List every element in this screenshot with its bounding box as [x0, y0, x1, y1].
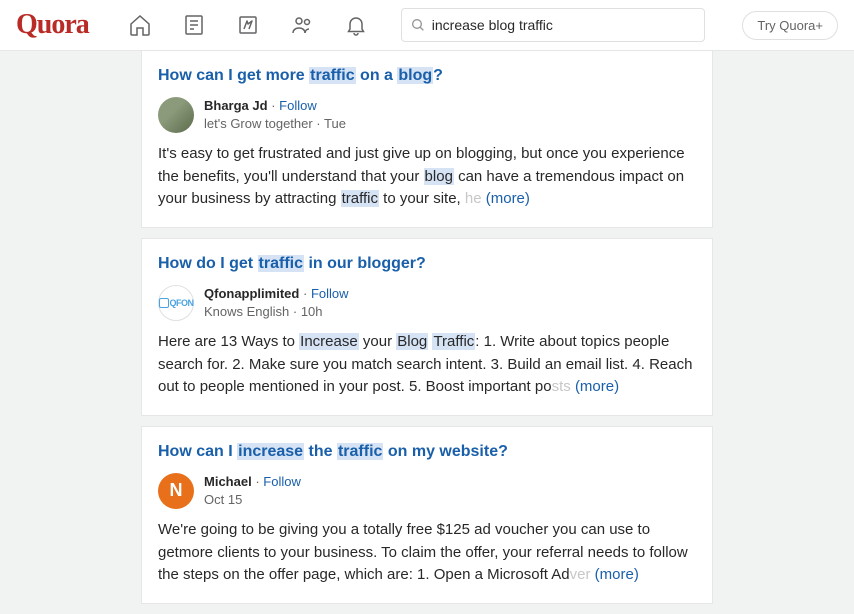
search-icon — [410, 17, 426, 33]
author-meta: Qfonapplimited · Follow Knows English · … — [204, 285, 349, 321]
answer-preview: Here are 13 Ways to Increase your Blog T… — [158, 331, 696, 399]
top-navigation: Quora Try Quora+ — [0, 0, 854, 51]
result-card: How do I get traffic in our blogger? QFO… — [141, 238, 713, 416]
question-title[interactable]: How can I increase the traffic on my web… — [158, 443, 696, 461]
author-row: N Michael · Follow Oct 15 — [158, 473, 696, 509]
question-title[interactable]: How do I get traffic in our blogger? — [158, 255, 696, 273]
author-row: Bharga Jd · Follow let's Grow together ·… — [158, 97, 696, 133]
author-name[interactable]: Qfonapplimited — [204, 286, 299, 301]
quora-logo[interactable]: Quora — [16, 9, 105, 41]
author-name[interactable]: Michael — [204, 474, 252, 489]
author-subline: Knows English · 10h — [204, 303, 349, 321]
more-link[interactable]: (more) — [486, 190, 530, 207]
home-icon[interactable] — [113, 0, 167, 51]
result-card: How can I get more traffic on a blog? Bh… — [141, 51, 713, 228]
avatar[interactable]: N — [158, 473, 194, 509]
follow-link[interactable]: Follow — [311, 286, 349, 301]
follow-link[interactable]: Follow — [263, 474, 301, 489]
author-row: QFON Qfonapplimited · Follow Knows Engli… — [158, 285, 696, 321]
answer-preview: We're going to be giving you a totally f… — [158, 519, 696, 587]
avatar[interactable] — [158, 97, 194, 133]
follow-link[interactable]: Follow — [279, 98, 317, 113]
search-box[interactable] — [401, 8, 705, 42]
results-list: How can I get more traffic on a blog? Bh… — [141, 51, 713, 604]
search-input[interactable] — [432, 17, 696, 33]
author-meta: Michael · Follow Oct 15 — [204, 473, 301, 509]
question-title[interactable]: How can I get more traffic on a blog? — [158, 67, 696, 85]
result-card: How can I increase the traffic on my web… — [141, 426, 713, 604]
author-subline: Oct 15 — [204, 491, 301, 509]
notifications-icon[interactable] — [329, 0, 383, 51]
avatar[interactable]: QFON — [158, 285, 194, 321]
nav-icon-group — [113, 0, 383, 51]
author-subline: let's Grow together · Tue — [204, 115, 346, 133]
answer-preview: It's easy to get frustrated and just giv… — [158, 143, 696, 211]
more-link[interactable]: (more) — [575, 378, 619, 395]
author-name[interactable]: Bharga Jd — [204, 98, 268, 113]
following-icon[interactable] — [167, 0, 221, 51]
try-quora-plus-button[interactable]: Try Quora+ — [742, 11, 838, 40]
author-meta: Bharga Jd · Follow let's Grow together ·… — [204, 97, 346, 133]
more-link[interactable]: (more) — [595, 566, 639, 583]
spaces-icon[interactable] — [275, 0, 329, 51]
answer-icon[interactable] — [221, 0, 275, 51]
search-container — [401, 8, 705, 42]
